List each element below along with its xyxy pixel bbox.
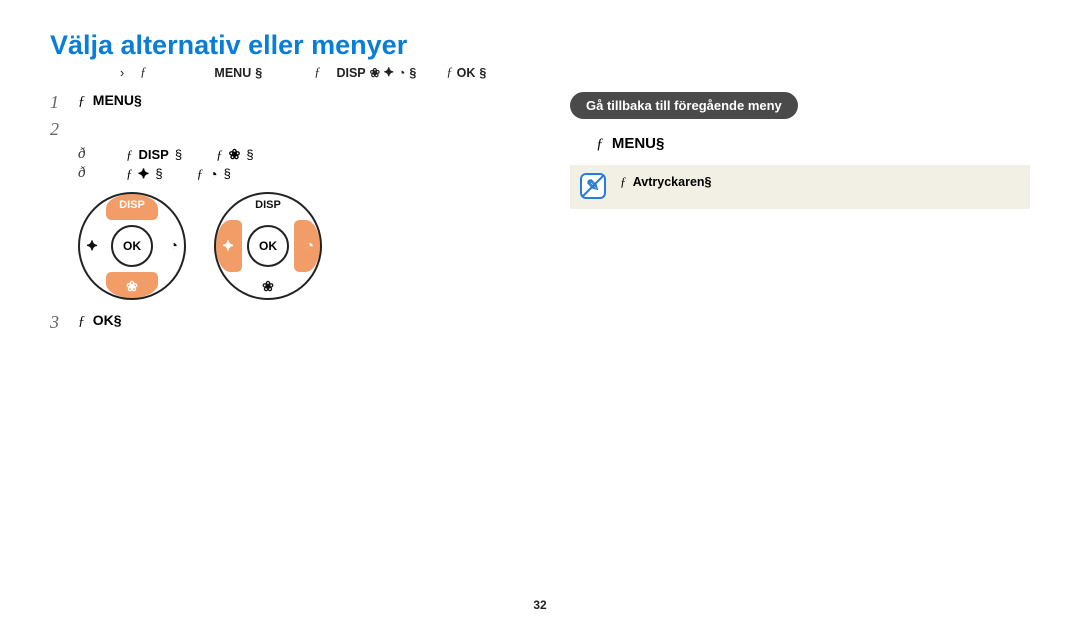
page: Välja alternativ eller menyer › ƒ MENU§ …	[0, 0, 1080, 630]
right-menu-label: MENU	[612, 135, 656, 152]
intro-sec1: §	[255, 66, 262, 80]
intro-f3: ƒ	[446, 65, 452, 80]
step-1-f: ƒ	[78, 94, 85, 109]
dial-timer-icon: ◔	[306, 238, 314, 252]
dial-macro-icon: ❀	[214, 279, 322, 293]
intro-f2: ƒ	[314, 65, 320, 80]
dial-flash-icon: ⯌	[87, 238, 98, 252]
step-3-f: ƒ	[78, 314, 85, 329]
back-badge-label: Gå tillbaka till föregående meny	[570, 92, 798, 119]
dial-macro-icon: ❀	[78, 279, 186, 293]
step-2-body: ð ƒ DISP § ƒ ❀ § ð ƒ ⯌ § ƒ ◔ §	[78, 146, 550, 182]
note-box: ✎ ƒ Avtryckaren§	[570, 165, 1030, 209]
dial-vertical: DISP ❀ ⯌ ◔ OK	[78, 192, 186, 300]
step-2-line-1: ð ƒ DISP § ƒ ❀ §	[78, 146, 550, 163]
step-2-line-2-f2: ƒ	[197, 166, 204, 182]
right-menu-f: ƒ	[596, 136, 604, 152]
intro-flash-icon: ⯌	[384, 65, 394, 80]
step-2-line-2: ð ƒ ⯌ § ƒ ◔ §	[78, 165, 550, 182]
step-2-number: 2	[50, 119, 78, 140]
dial-horizontal: DISP ❀ ⯌ ◔ OK	[214, 192, 322, 300]
step-3-body: ƒ OK§	[78, 312, 122, 330]
dial-disp-label: DISP	[214, 200, 322, 211]
dial-flash-icon: ⯌	[223, 238, 234, 252]
page-title: Välja alternativ eller menyer	[50, 30, 1030, 61]
step-2-line-1-bullet: ð	[78, 146, 96, 163]
step-3: 3 ƒ OK§	[50, 312, 550, 333]
step-2-line-1-f2: ƒ	[216, 147, 223, 163]
intro-sec2: §	[409, 66, 416, 80]
dials: DISP ❀ ⯌ ◔ OK DISP ❀ ⯌ ◔ OK	[78, 192, 550, 300]
step-2-line-1-f1: ƒ	[126, 147, 133, 163]
dial-timer-icon: ◔	[170, 238, 178, 252]
intro-sec3: §	[479, 66, 486, 80]
intro-macro-icon: ❀	[370, 65, 380, 80]
step-2-line-2-bullet: ð	[78, 165, 96, 182]
back-badge: Gå tillbaka till föregående meny	[570, 92, 1030, 119]
step-2-line-1-disp: DISP	[139, 147, 169, 162]
step-2-line-1-sec1: §	[175, 147, 182, 162]
step-1-number: 1	[50, 92, 78, 113]
intro-disp: DISP	[336, 66, 365, 80]
intro-menu: MENU	[214, 66, 251, 80]
timer-icon: ◔	[209, 166, 217, 182]
page-number: 32	[0, 598, 1080, 612]
step-2-line-1-sec2: §	[246, 147, 253, 162]
right-menu-line: ƒ MENU§	[596, 135, 1030, 153]
step-2-line-2-f1: ƒ	[126, 166, 133, 182]
step-2-line-2-sec1: §	[155, 166, 162, 181]
macro-icon: ❀	[229, 146, 241, 163]
dial-ok-button: OK	[247, 225, 289, 267]
step-1-body: ƒ MENU§	[78, 92, 142, 110]
note-text: ƒ Avtryckaren§	[620, 175, 1016, 190]
step-2-line-2-sec2: §	[224, 166, 231, 181]
step-3-label: OK	[93, 312, 114, 328]
note-icon: ✎	[580, 173, 606, 199]
intro-timer-icon: ◔	[398, 66, 406, 80]
note-label: Avtryckaren	[633, 175, 705, 189]
intro-bullet: ›	[120, 66, 124, 80]
step-3-number: 3	[50, 312, 78, 333]
step-1-label: MENU	[93, 92, 134, 108]
step-1-sec: §	[134, 92, 142, 108]
note-f: ƒ	[620, 175, 626, 189]
intro-ok: OK	[457, 66, 476, 80]
left-column: 1 ƒ MENU§ 2 ð ƒ DISP§ ƒ ❀§	[50, 92, 550, 339]
note-sec: §	[705, 175, 712, 189]
dial-disp-label: DISP	[78, 200, 186, 211]
columns: 1 ƒ MENU§ 2 ð ƒ DISP§ ƒ ❀§	[50, 92, 1030, 339]
right-column: Gå tillbaka till föregående meny ƒ MENU§…	[570, 92, 1030, 339]
flash-icon: ⯌	[139, 165, 150, 182]
right-menu-sec: §	[656, 135, 664, 152]
dial-ok-button: OK	[111, 225, 153, 267]
step-3-sec: §	[114, 312, 122, 328]
intro-line: › ƒ MENU§ ƒ DISP ❀ ⯌ ◔§ ƒOK§	[120, 65, 1030, 80]
intro-f1: ƒ	[140, 65, 146, 80]
step-1: 1 ƒ MENU§	[50, 92, 550, 113]
step-2: 2	[50, 119, 550, 140]
